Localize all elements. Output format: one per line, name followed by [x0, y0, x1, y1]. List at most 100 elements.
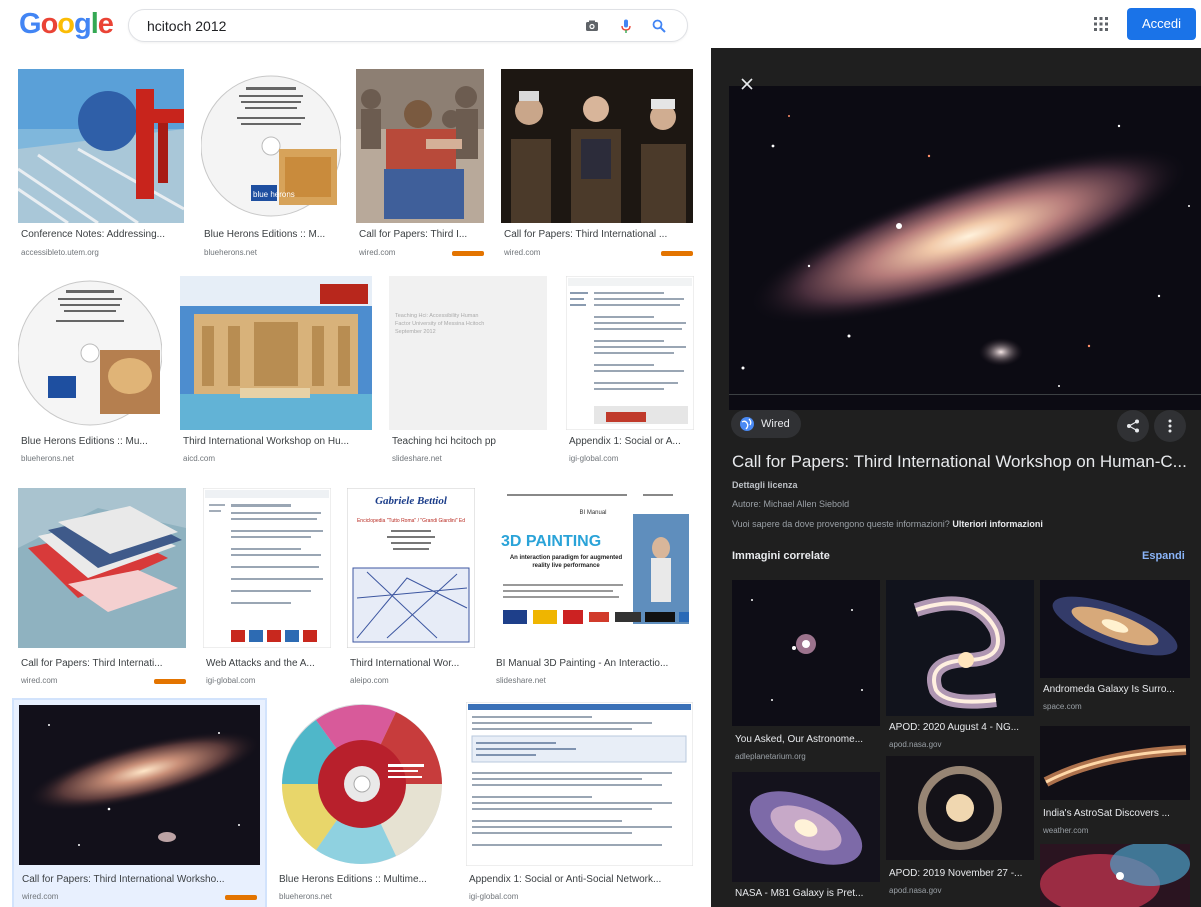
- search-icon[interactable]: [651, 18, 667, 34]
- result-title[interactable]: Conference Notes: Addressing...: [21, 229, 187, 240]
- result-card[interactable]: Appendix 1: Social or A... igi-global.co…: [566, 276, 696, 464]
- slide-text: Teaching Hci: Accessibility Human Factor…: [395, 313, 485, 335]
- related-title[interactable]: APOD: 2020 August 4 - NG...: [889, 722, 1034, 733]
- related-thumbnail[interactable]: [732, 772, 880, 882]
- result-card-selected[interactable]: Call for Papers: Third International Wor…: [12, 698, 267, 907]
- result-title[interactable]: Appendix 1: Social or Anti-Social Networ…: [469, 874, 693, 885]
- result-thumbnail[interactable]: Teaching Hci: Accessibility Human Factor…: [389, 276, 547, 430]
- camera-icon[interactable]: [584, 18, 600, 34]
- result-card[interactable]: Call for Papers: Third International ...…: [501, 69, 695, 264]
- result-card[interactable]: Call for Papers: Third I... wired.com: [356, 69, 486, 264]
- result-card[interactable]: Teaching Hci: Accessibility Human Factor…: [389, 276, 549, 464]
- search-input[interactable]: hcitoch 2012: [147, 18, 226, 34]
- info-question-text: Vuoi sapere da dove provengono queste in…: [732, 519, 950, 529]
- result-thumbnail[interactable]: [18, 488, 186, 648]
- author-text: Autore: Michael Allen Siebold: [732, 499, 850, 509]
- product-badge: [661, 251, 693, 256]
- result-source: igi-global.com: [469, 892, 519, 901]
- logo-letter: g: [74, 8, 92, 40]
- result-thumbnail[interactable]: Gabriele Bettiol Enciclopedia "Tutto Rom…: [347, 488, 475, 648]
- panel-divider: [729, 394, 1201, 395]
- result-title[interactable]: Call for Papers: Third I...: [359, 229, 487, 240]
- result-title[interactable]: Call for Papers: Third International Wor…: [22, 874, 260, 885]
- result-title[interactable]: Teaching hci hcitoch pp: [392, 436, 550, 447]
- result-thumbnail[interactable]: [466, 702, 693, 866]
- result-thumbnail[interactable]: [501, 69, 693, 223]
- result-thumbnail[interactable]: [203, 488, 331, 648]
- result-card[interactable]: Blue Herons Editions :: Multime... blueh…: [276, 702, 451, 907]
- thumb-label: BI Manual: [579, 510, 606, 516]
- apps-grid-icon[interactable]: [1093, 16, 1109, 32]
- result-title[interactable]: BI Manual 3D Painting - An Interactio...: [496, 658, 692, 669]
- close-icon[interactable]: [739, 76, 755, 92]
- related-title[interactable]: You Asked, Our Astronome...: [735, 734, 880, 745]
- result-source: wired.com: [22, 892, 59, 901]
- result-title[interactable]: Blue Herons Editions :: Multime...: [279, 874, 451, 885]
- result-card[interactable]: Gabriele Bettiol Enciclopedia "Tutto Rom…: [347, 488, 477, 688]
- result-thumbnail[interactable]: [566, 276, 694, 430]
- result-thumbnail[interactable]: [276, 702, 449, 866]
- related-image-card[interactable]: India's AstroSat Discovers ... weather.c…: [1040, 726, 1190, 836]
- source-chip[interactable]: Wired: [731, 410, 801, 438]
- thumb-subheading: Enciclopedia "Tutto Roma" / "Grandi Giar…: [357, 518, 465, 524]
- microphone-icon[interactable]: [618, 18, 634, 34]
- result-card[interactable]: Call for Papers: Third Internati... wire…: [18, 488, 188, 688]
- result-card[interactable]: blue herons Blue Herons Editions :: M...…: [201, 69, 343, 264]
- related-thumbnail[interactable]: [1040, 844, 1190, 907]
- image-results-grid: Conference Notes: Addressing... accessib…: [0, 48, 711, 907]
- related-source: space.com: [1043, 702, 1082, 711]
- thumb-heading: Gabriele Bettiol: [375, 495, 448, 507]
- result-title[interactable]: Call for Papers: Third International ...: [504, 229, 696, 240]
- related-thumbnail[interactable]: [1040, 726, 1190, 800]
- result-card[interactable]: Conference Notes: Addressing... accessib…: [18, 69, 186, 264]
- result-card[interactable]: Web Attacks and the A... igi-global.com: [203, 488, 333, 688]
- related-image-card[interactable]: APOD: 2019 November 27 -... apod.nasa.go…: [886, 756, 1034, 907]
- related-thumbnail[interactable]: [886, 756, 1034, 860]
- related-title[interactable]: APOD: 2019 November 27 -...: [889, 868, 1034, 879]
- related-source: adleplanetarium.org: [735, 752, 806, 761]
- result-card[interactable]: Appendix 1: Social or Anti-Social Networ…: [466, 702, 695, 907]
- more-info-link[interactable]: Ulteriori informazioni: [952, 519, 1043, 529]
- expand-link[interactable]: Espandi: [1142, 550, 1185, 562]
- result-thumbnail[interactable]: blue herons: [201, 69, 341, 223]
- result-thumbnail[interactable]: BI Manual 3D PAINTING An interaction par…: [493, 488, 693, 648]
- result-thumbnail[interactable]: [356, 69, 484, 223]
- result-title[interactable]: Third International Wor...: [350, 658, 474, 669]
- related-image-card[interactable]: [1040, 844, 1190, 907]
- result-source: blueherons.net: [204, 248, 257, 257]
- product-badge: [154, 679, 186, 684]
- result-card[interactable]: BI Manual 3D PAINTING An interaction par…: [493, 488, 695, 688]
- related-title[interactable]: India's AstroSat Discovers ...: [1043, 808, 1190, 819]
- license-details-link[interactable]: Dettagli licenza: [732, 480, 798, 490]
- result-thumbnail[interactable]: [18, 276, 162, 430]
- related-image-card[interactable]: Andromeda Galaxy Is Surro... space.com: [1040, 580, 1190, 720]
- more-options-button[interactable]: [1154, 410, 1186, 442]
- related-image-card[interactable]: You Asked, Our Astronome... adleplanetar…: [732, 580, 880, 766]
- result-thumbnail[interactable]: [18, 69, 184, 223]
- related-image-card[interactable]: APOD: 2020 August 4 - NG... apod.nasa.go…: [886, 580, 1034, 750]
- google-logo[interactable]: Google: [19, 8, 114, 40]
- result-title[interactable]: Web Attacks and the A...: [206, 658, 330, 669]
- result-title[interactable]: Appendix 1: Social or A...: [569, 436, 697, 447]
- share-button[interactable]: [1117, 410, 1149, 442]
- result-title[interactable]: Call for Papers: Third Internati...: [21, 658, 185, 669]
- related-thumbnail[interactable]: [732, 580, 880, 726]
- result-title[interactable]: Blue Herons Editions :: M...: [204, 229, 344, 240]
- result-card[interactable]: Blue Herons Editions :: Mu... blueherons…: [18, 276, 164, 464]
- result-thumbnail[interactable]: [180, 276, 372, 430]
- related-thumbnail[interactable]: [886, 580, 1034, 716]
- search-box[interactable]: hcitoch 2012: [128, 9, 688, 42]
- preview-image[interactable]: [729, 68, 1201, 428]
- sign-in-button[interactable]: Accedi: [1127, 8, 1196, 40]
- result-card[interactable]: Third International Workshop on Hu... ai…: [180, 276, 374, 464]
- result-source: accessibleto.utem.org: [21, 248, 99, 257]
- result-title[interactable]: Third International Workshop on Hu...: [183, 436, 375, 447]
- preview-title[interactable]: Call for Papers: Third International Wor…: [732, 452, 1187, 472]
- result-thumbnail[interactable]: [19, 705, 260, 865]
- result-source: aleipo.com: [350, 676, 389, 685]
- result-title[interactable]: Blue Herons Editions :: Mu...: [21, 436, 165, 447]
- related-thumbnail[interactable]: [1040, 580, 1190, 678]
- related-image-card[interactable]: NASA - M81 Galaxy is Pret...: [732, 772, 880, 907]
- related-title[interactable]: Andromeda Galaxy Is Surro...: [1043, 684, 1190, 695]
- related-title[interactable]: NASA - M81 Galaxy is Pret...: [735, 888, 880, 899]
